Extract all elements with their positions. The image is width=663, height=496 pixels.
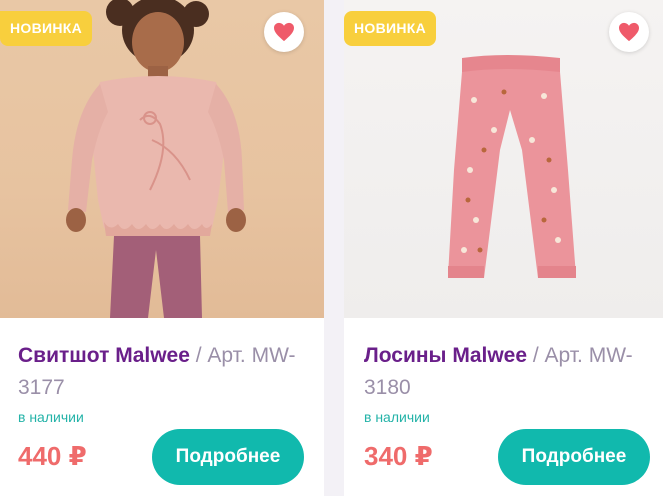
stock-status: в наличии bbox=[364, 409, 430, 425]
new-badge: НОВИНКА bbox=[344, 11, 437, 46]
heart-icon bbox=[274, 22, 294, 42]
details-button[interactable]: Подробнее bbox=[498, 429, 650, 485]
product-grid: НОВИНКА Свитшот Malwee / Арт. MW-3177 в … bbox=[0, 0, 663, 496]
product-title[interactable]: Лосины Malwee / Арт. MW-3180 bbox=[364, 340, 654, 404]
product-title[interactable]: Свитшот Malwee / Арт. MW-3177 bbox=[18, 340, 308, 404]
details-button[interactable]: Подробнее bbox=[152, 429, 304, 485]
stock-status: в наличии bbox=[18, 409, 84, 425]
new-badge: НОВИНКА bbox=[0, 11, 93, 46]
product-name[interactable]: Свитшот Malwee bbox=[18, 344, 190, 367]
product-card[interactable]: НОВИНКА Лосины Malwee / Арт. MW-3180 в н… bbox=[344, 0, 663, 496]
leggings-photo-illustration bbox=[448, 55, 576, 278]
product-image[interactable] bbox=[344, 0, 663, 318]
price: 340 ₽ bbox=[364, 441, 433, 471]
favorite-button[interactable] bbox=[264, 12, 304, 52]
heart-icon bbox=[619, 22, 639, 42]
price: 440 ₽ bbox=[18, 441, 87, 471]
favorite-button[interactable] bbox=[609, 12, 649, 52]
product-name[interactable]: Лосины Malwee bbox=[364, 344, 527, 367]
product-card[interactable]: НОВИНКА Свитшот Malwee / Арт. MW-3177 в … bbox=[0, 0, 324, 496]
